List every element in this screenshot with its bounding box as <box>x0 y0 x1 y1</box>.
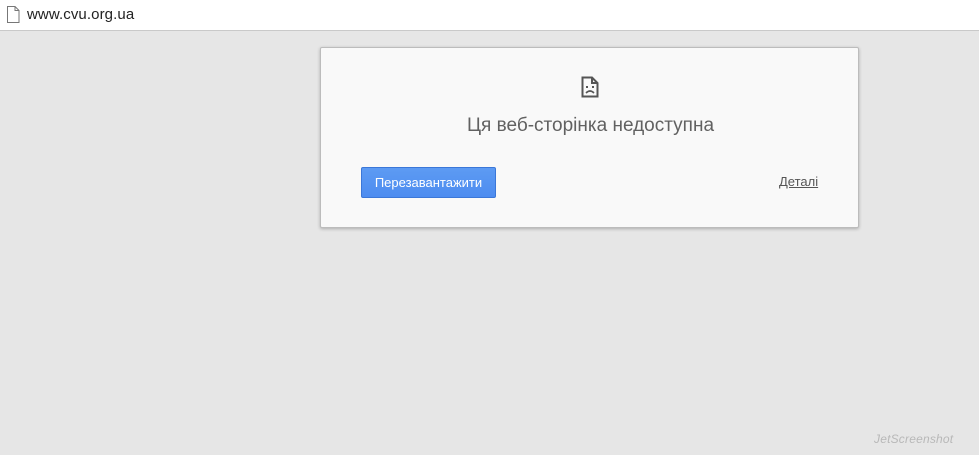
error-title: Ця веб-сторінка недоступна <box>466 115 715 136</box>
url-text[interactable]: www.cvu.org.ua <box>27 5 134 25</box>
watermark-logo: JetScreenshot <box>874 432 954 446</box>
reload-button[interactable]: Перезавантажити <box>361 167 496 198</box>
details-link[interactable]: Деталі <box>779 174 818 190</box>
error-card: Ця веб-сторінка недоступна Перезавантажи… <box>320 47 859 228</box>
page-icon <box>7 6 20 23</box>
address-bar[interactable]: www.cvu.org.ua <box>0 0 979 31</box>
sad-page-icon <box>581 76 599 98</box>
